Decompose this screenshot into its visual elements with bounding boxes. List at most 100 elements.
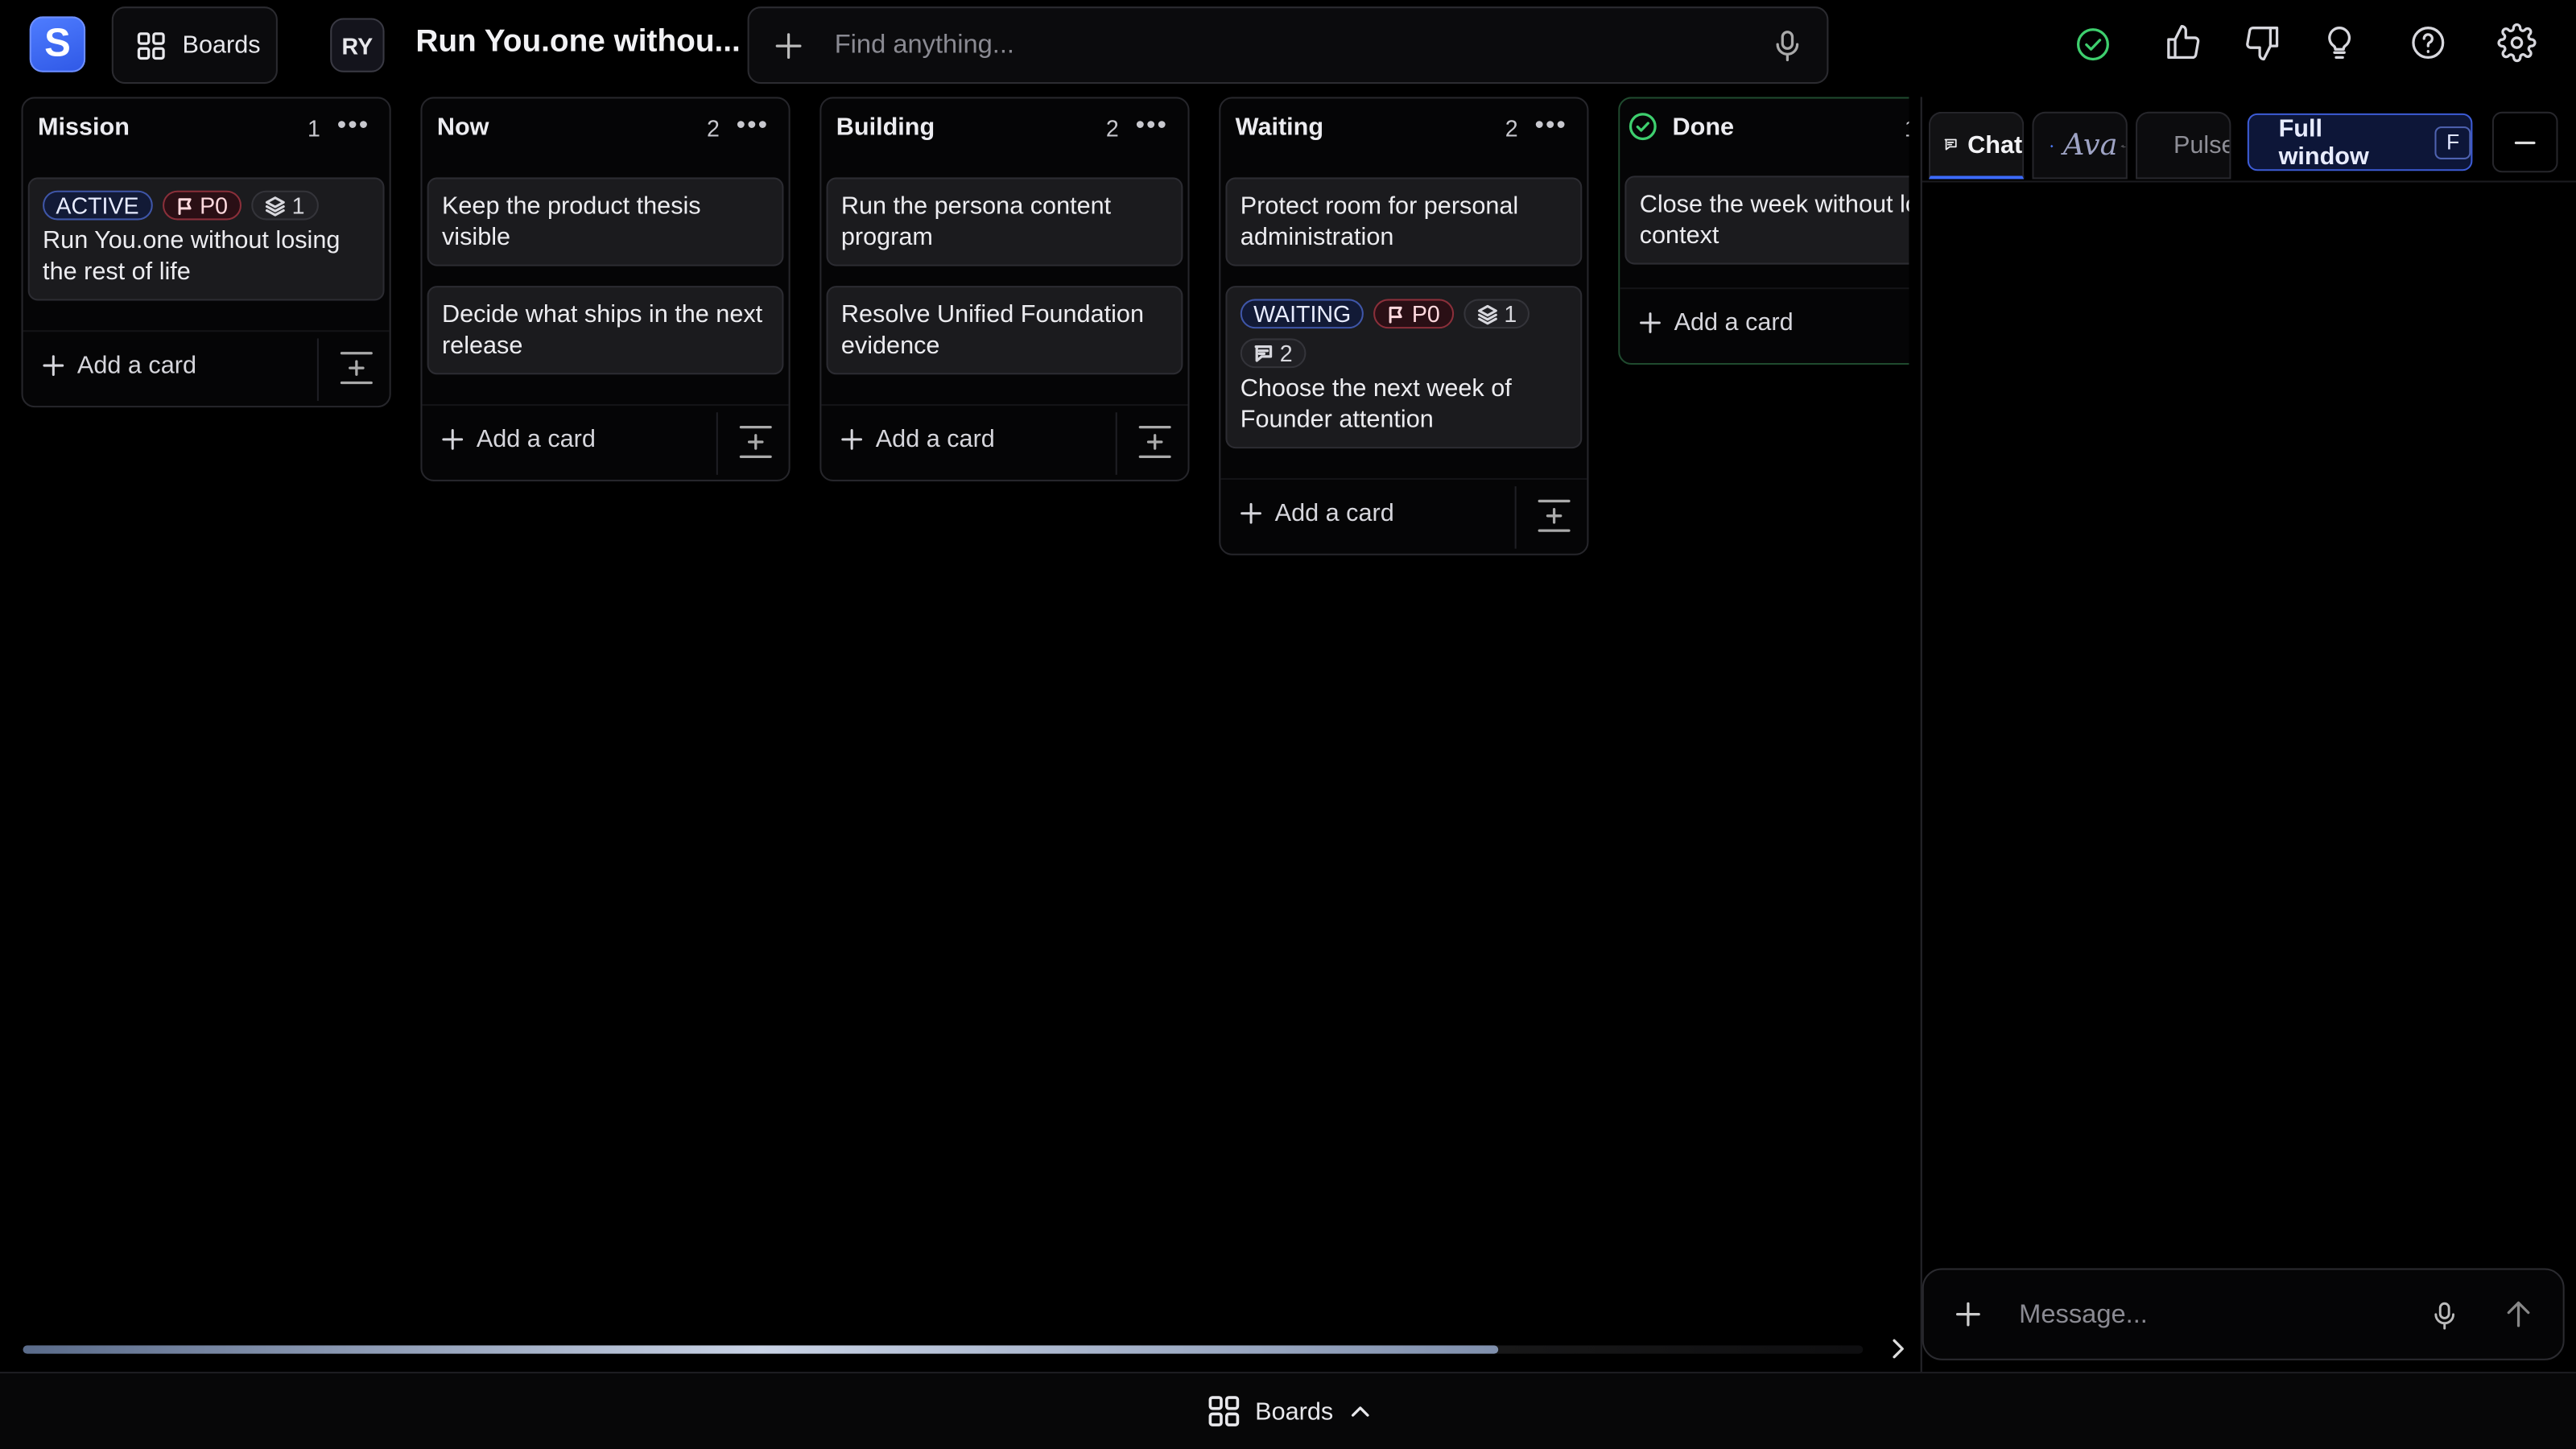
panel-tabs: Chat Ava Pulse Full window F	[1922, 97, 2576, 183]
column-count: 1	[308, 114, 320, 142]
add-card-label: Add a card	[875, 425, 995, 454]
full-window-button[interactable]: Full window F	[2247, 113, 2473, 171]
column-title[interactable]: Building	[836, 114, 935, 142]
column-done: Done 1 ••• Close the week without losing…	[1618, 97, 1909, 365]
lightbulb-icon[interactable]	[2320, 23, 2359, 63]
column-count: 2	[1105, 114, 1119, 142]
column-menu-icon[interactable]: •••	[337, 113, 369, 139]
chevron-right-icon[interactable]	[1886, 1337, 1909, 1360]
boards-button[interactable]: Boards	[111, 6, 278, 85]
card-title: Resolve Unified Foundation evidence	[840, 300, 1144, 360]
card-title: Close the week without losing context	[1639, 190, 1909, 250]
card[interactable]: Resolve Unified Foundation evidence	[826, 286, 1183, 375]
bottom-boards-toggle[interactable]: Boards	[1208, 1395, 1371, 1428]
column-menu-icon[interactable]: •••	[1534, 113, 1567, 139]
plus-icon	[1640, 312, 1661, 333]
bottom-boards-label: Boards	[1255, 1397, 1334, 1426]
status-badge: WAITING	[1240, 299, 1364, 329]
column-title[interactable]: Now	[437, 114, 489, 142]
divider	[1514, 486, 1517, 549]
add-card-button[interactable]: Add a card	[43, 352, 196, 379]
plus-icon	[43, 355, 64, 376]
tab-chat[interactable]: Chat	[1928, 111, 2025, 180]
column-header: Done 1 •••	[1620, 98, 1909, 157]
app-root: S Boards RY Run You.one withou... Find a…	[0, 0, 2576, 1449]
tab-chat-label: Chat	[1967, 130, 2023, 159]
card-title: Run You.one without losing the rest of l…	[43, 226, 341, 287]
divider	[1115, 412, 1117, 475]
column-header: Now 2 •••	[422, 98, 788, 157]
card[interactable]: Decide what ships in the next release	[427, 286, 784, 375]
subtask-badge: 1	[250, 190, 318, 221]
tab-ava[interactable]: Ava	[2032, 111, 2128, 180]
send-arrow-up-icon[interactable]	[2504, 1299, 2533, 1329]
comment-icon	[1254, 345, 1273, 362]
search-bar	[747, 6, 1829, 85]
board-avatar[interactable]: RY	[330, 18, 385, 72]
card[interactable]: Protect room for personal administration	[1225, 177, 1583, 266]
column-menu-icon[interactable]: •••	[1136, 113, 1168, 139]
column-title[interactable]: Waiting	[1236, 114, 1323, 142]
chat-icon	[1944, 138, 1957, 151]
card-template-icon[interactable]	[340, 350, 373, 386]
thumbs-down-icon[interactable]	[2243, 23, 2282, 63]
settings-gear-icon[interactable]	[2497, 23, 2537, 63]
diamond-icon	[2050, 143, 2054, 147]
add-card-button[interactable]: Add a card	[442, 425, 596, 454]
tab-pulse[interactable]: Pulse	[2136, 111, 2231, 180]
add-card-label: Add a card	[476, 425, 596, 454]
column-footer: Add a card	[821, 404, 1188, 480]
add-card-button[interactable]: Add a card	[1241, 499, 1394, 527]
subtask-count: 1	[291, 192, 305, 219]
microphone-icon[interactable]	[2431, 1301, 2458, 1331]
card[interactable]: WAITING P0 1 2 Choose the next week of F…	[1225, 286, 1583, 449]
sync-check-icon[interactable]	[2073, 25, 2112, 64]
column-count: 2	[706, 114, 720, 142]
card[interactable]: Run the persona content program	[826, 177, 1183, 266]
column-now: Now 2 ••• Keep the product thesis visibl…	[420, 97, 791, 481]
keyboard-shortcut: F	[2434, 126, 2471, 159]
plus-icon	[841, 429, 863, 450]
card[interactable]: Close the week without losing context	[1624, 175, 1909, 265]
plus-icon[interactable]	[774, 31, 803, 61]
column-title[interactable]: Mission	[38, 114, 130, 142]
card-template-icon[interactable]	[1138, 424, 1171, 460]
column-footer: Add a card	[23, 330, 390, 406]
column-header: Building 2 •••	[821, 98, 1187, 157]
column-footer: Add a card	[422, 404, 789, 480]
divider	[316, 338, 319, 401]
column-header: Waiting 2 •••	[1220, 98, 1587, 157]
search-input[interactable]	[834, 27, 1755, 64]
assistant-panel: Chat Ava Pulse Full window F	[1920, 97, 2576, 1373]
card[interactable]: ACTIVE P0 1 Run You.one without losing t…	[27, 177, 385, 301]
plus-icon	[1241, 502, 1261, 524]
column-menu-icon[interactable]: •••	[737, 113, 769, 139]
column-footer: Add a card	[1620, 287, 1909, 363]
app-logo[interactable]: S	[29, 16, 86, 72]
boards-button-label: Boards	[182, 31, 261, 60]
comment-count: 2	[1279, 340, 1293, 367]
column-title[interactable]: Done	[1673, 114, 1735, 142]
card-title: Protect room for personal administration	[1240, 192, 1519, 252]
microphone-icon[interactable]	[1773, 30, 1802, 63]
message-input[interactable]	[2019, 1298, 2397, 1335]
card-template-icon[interactable]	[1538, 497, 1571, 534]
done-check-icon	[1629, 113, 1657, 141]
minimize-button[interactable]	[2491, 111, 2558, 173]
top-bar: S Boards RY Run You.one withou...	[0, 0, 2576, 90]
card[interactable]: Keep the product thesis visible	[427, 177, 784, 266]
board-title[interactable]: Run You.one withou...	[415, 25, 741, 61]
attach-plus-icon[interactable]	[1955, 1301, 1982, 1327]
add-card-button[interactable]: Add a card	[841, 425, 995, 454]
thumbs-up-icon[interactable]	[2164, 23, 2203, 63]
help-icon[interactable]	[2409, 23, 2448, 63]
column-header: Mission 1 •••	[23, 98, 390, 157]
card-template-icon[interactable]	[739, 424, 772, 460]
add-card-label: Add a card	[1674, 308, 1794, 337]
board-horizontal-scrollbar[interactable]	[23, 1339, 1904, 1359]
flag-icon	[177, 197, 191, 214]
column-count: 2	[1505, 114, 1518, 142]
card-title: Decide what ships in the next release	[441, 300, 763, 360]
scrollbar-thumb[interactable]	[23, 1345, 1499, 1354]
add-card-button[interactable]: Add a card	[1640, 308, 1794, 337]
